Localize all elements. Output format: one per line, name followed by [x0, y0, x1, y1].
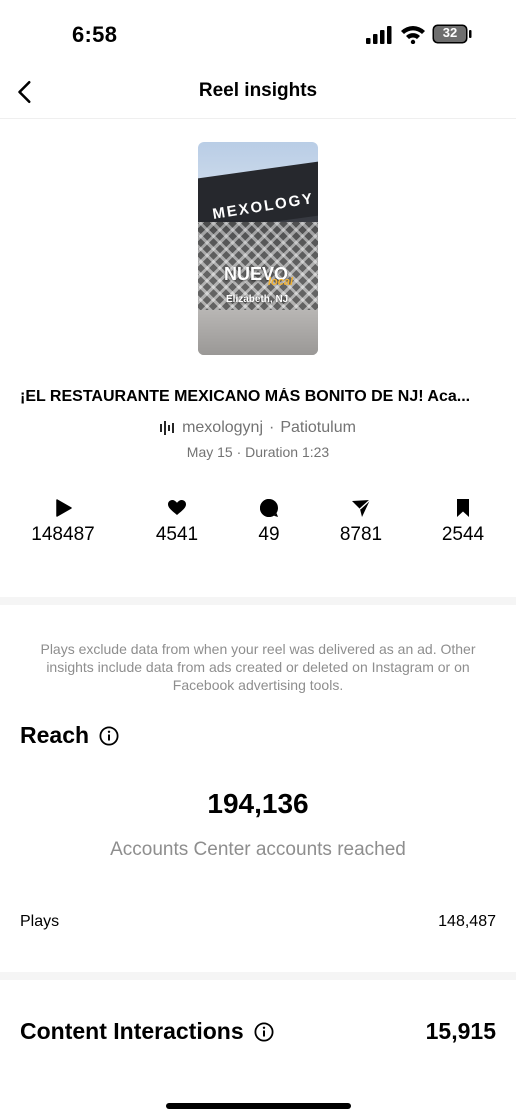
content-interactions-value: 15,915	[425, 1018, 496, 1044]
stats-row: 148487 4541 49 8781 2544	[0, 498, 516, 558]
battery-icon: 32	[432, 24, 472, 44]
reel-meta: mexologynj · Patiotulum	[0, 419, 516, 437]
saves-count: 2544	[441, 524, 485, 545]
reel-author[interactable]: mexologynj	[182, 419, 263, 437]
cellular-signal-icon	[366, 26, 392, 44]
heart-icon	[168, 500, 186, 515]
section-divider	[0, 972, 516, 980]
thumbnail-overlay-accent: local	[268, 276, 294, 288]
comment-icon	[260, 499, 278, 517]
comments-count: 49	[258, 524, 280, 545]
reach-label: Accounts Center accounts reached	[110, 839, 406, 860]
play-icon	[56, 499, 72, 517]
reel-thumbnail[interactable]: MEXOLOGY NUEVO local Elizabeth, NJ	[198, 142, 318, 355]
audio-wave-icon	[160, 421, 175, 435]
thumbnail-overlay-city: Elizabeth, NJ	[226, 294, 289, 305]
reel-caption: ¡EL RESTAURANTE MEXICANO MÁS BONITO DE N…	[20, 388, 471, 405]
stat-plays: 148487	[13, 498, 113, 546]
battery-level: 32	[442, 25, 458, 40]
info-icon[interactable]	[254, 1021, 274, 1042]
reach-section-title: Reach	[20, 722, 119, 749]
reach-title: Reach	[20, 722, 90, 748]
meta-separator: ·	[269, 419, 275, 436]
bookmark-icon	[457, 499, 469, 517]
content-interactions-title-row: Content Interactions	[20, 1018, 274, 1045]
status-bar: 6:58 32	[0, 0, 516, 64]
top-nav: Reel insights	[0, 64, 516, 119]
content-interactions-title: Content Interactions	[20, 1018, 244, 1044]
reel-audio-name[interactable]: Patiotulum	[280, 419, 356, 437]
page-title: Reel insights	[198, 80, 318, 101]
home-indicator[interactable]	[166, 1103, 351, 1109]
reel-date-duration: May 15 · Duration 1:23	[186, 444, 330, 460]
stat-likes: 4541	[127, 498, 227, 546]
stat-comments: 49	[219, 498, 319, 546]
likes-count: 4541	[155, 524, 199, 545]
section-divider	[0, 597, 516, 605]
stat-saves: 2544	[413, 498, 513, 546]
status-time: 6:58	[72, 22, 118, 47]
wifi-icon	[400, 24, 426, 45]
thumbnail-sidewalk	[198, 310, 318, 355]
send-icon	[352, 499, 371, 517]
reach-value: 194,136	[207, 788, 309, 819]
insights-disclaimer: Plays exclude data from when your reel w…	[40, 641, 476, 693]
plays-count: 148487	[31, 524, 95, 545]
reach-plays-value: 148,487	[438, 913, 496, 930]
info-icon[interactable]	[99, 725, 119, 746]
stat-shares: 8781	[311, 498, 411, 546]
shares-count: 8781	[339, 524, 383, 545]
reach-plays-label: Plays	[20, 913, 60, 930]
